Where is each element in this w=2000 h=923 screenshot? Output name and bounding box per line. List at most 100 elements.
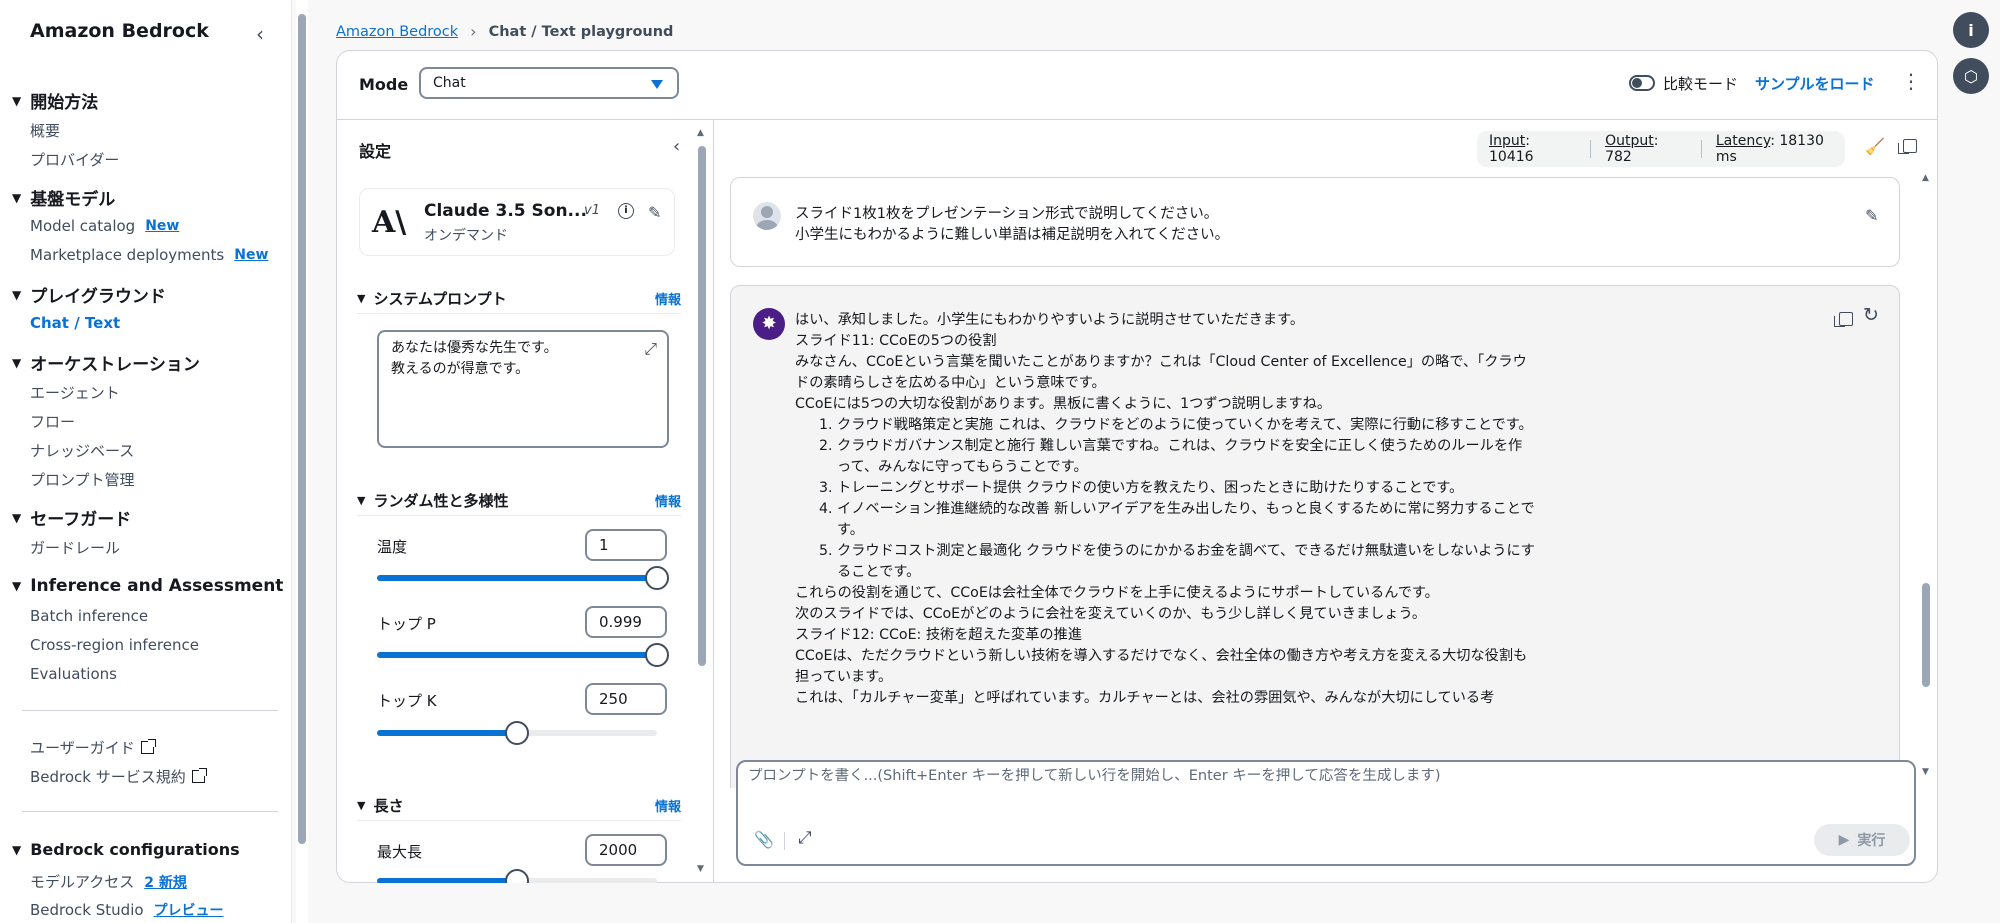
metrics-bar: Input: 10416 Output: 782 Latency: 18130 … (1477, 131, 1845, 167)
top-k-input[interactable]: 250 (585, 683, 667, 715)
sidebar-item-chat-text[interactable]: Chat / Text (30, 314, 120, 332)
info-panel-icon[interactable]: i (1953, 12, 1989, 48)
caret-down-icon: ▼ (12, 355, 22, 370)
sidebar-link-user-guide[interactable]: ユーザーガイド (30, 737, 156, 758)
user-message-text: スライド1枚1枚をプレゼンテーション形式で説明してください。 小学生にもわかるよ… (795, 206, 1230, 243)
more-options-icon[interactable]: ⋮ (1901, 69, 1921, 93)
list-item: イノベーション推進継続的な改善 新しいアイデアを生み出したり、もっと良くするため… (837, 499, 1535, 541)
sidebar-item-marketplace[interactable]: Marketplace deployments New (30, 246, 268, 264)
settings-collapse-icon[interactable]: ‹ (673, 136, 680, 157)
mode-select-value: Chat (433, 75, 466, 91)
anthropic-logo-icon: A\ (372, 205, 407, 240)
sidebar-item-overview[interactable]: 概要 (30, 120, 60, 141)
randomness-info-link[interactable]: 情報 (655, 491, 681, 510)
sidebar-scrollbar[interactable] (296, 0, 308, 923)
sidebar-section-configurations[interactable]: ▼ Bedrock configurations (12, 840, 240, 859)
chat-area: スライド1枚1枚をプレゼンテーション形式で説明してください。 小学生にもわかるよ… (714, 169, 1917, 788)
sidebar-section-safeguards[interactable]: ▼ セーフガード (12, 505, 131, 530)
external-link-icon (140, 739, 156, 754)
top-k-slider[interactable] (377, 721, 657, 745)
sidebar-item-model-catalog[interactable]: Model catalog New (30, 217, 179, 235)
mode-select[interactable]: Chat (419, 67, 679, 99)
copy-icon[interactable] (1898, 139, 1917, 154)
model-subtitle: オンデマンド (424, 228, 508, 244)
length-header[interactable]: ▼ 長さ 情報 (357, 795, 681, 816)
slider-handle[interactable] (645, 643, 669, 667)
app-root: Amazon Bedrock ‹ ▼ 開始方法 概要 プロバイダー ▼ 基盤モデル … (0, 0, 2000, 923)
scroll-down-arrow-icon[interactable]: ▼ (1922, 767, 1929, 777)
slider-handle[interactable] (505, 721, 529, 745)
sidebar-collapse-icon[interactable]: ‹ (256, 22, 264, 46)
length-info-link[interactable]: 情報 (655, 796, 681, 815)
sidebar-item-batch-inference[interactable]: Batch inference (30, 607, 148, 625)
sidebar-item-flows[interactable]: フロー (30, 411, 75, 432)
sidebar-item-guardrails[interactable]: ガードレール (30, 537, 120, 558)
sidebar-item-agents[interactable]: エージェント (30, 382, 120, 403)
assistant-message-text: はい、承知しました。小学生にもわかりやすいように説明させていただきます。 スライ… (795, 310, 1535, 709)
caret-down-icon: ▼ (12, 510, 22, 525)
group-divider (357, 313, 681, 314)
metric-input: Input: 10416 (1489, 133, 1534, 165)
sidebar-item-knowledge-bases[interactable]: ナレッジベース (30, 440, 134, 461)
top-k-label: トップ K (377, 692, 437, 710)
list-item: トレーニングとサポート提供 クラウドの使い方を教えたり、困ったときに助けたりする… (837, 478, 1535, 499)
model-card[interactable]: A\ Claude 3.5 Son... v1 オンデマンド i ✎ (359, 188, 675, 256)
sidebar-item-providers[interactable]: プロバイダー (30, 149, 119, 170)
sidebar-item-model-access[interactable]: モデルアクセス 2 新規 (30, 871, 187, 892)
sidebar-link-terms[interactable]: Bedrock サービス規約 (30, 766, 207, 787)
scroll-up-arrow-icon[interactable]: ▲ (697, 128, 704, 138)
sidebar-section-getting-started[interactable]: ▼ 開始方法 (12, 88, 98, 113)
system-prompt-header[interactable]: ▼ システムプロンプト 情報 (357, 288, 681, 309)
settings-scrollbar[interactable]: ▲ ▼ (697, 128, 707, 876)
caret-down-icon: ▼ (12, 190, 22, 205)
model-name: Claude 3.5 Son... (424, 201, 587, 221)
sidebar-section-foundation-models[interactable]: ▼ 基盤モデル (12, 185, 115, 210)
top-p-input[interactable]: 0.999 (585, 606, 667, 638)
chat-scrollbar[interactable]: ▲ ▼ (1921, 173, 1933, 783)
edit-message-icon[interactable]: ✎ (1865, 206, 1878, 225)
regenerate-icon[interactable]: ↻ (1863, 304, 1879, 326)
slider-handle[interactable] (645, 566, 669, 590)
expand-icon[interactable]: ⤢ (798, 828, 812, 848)
clear-chat-icon[interactable]: 🧹 (1865, 137, 1885, 156)
caret-down-icon (651, 80, 663, 89)
top-p-slider[interactable] (377, 643, 669, 667)
scroll-down-arrow-icon[interactable]: ▼ (697, 864, 704, 874)
breadcrumb-root-link[interactable]: Amazon Bedrock (336, 24, 458, 40)
run-button[interactable]: ▶ 実行 (1814, 824, 1910, 856)
scrollbar-thumb[interactable] (298, 14, 306, 844)
slider-handle[interactable] (505, 869, 529, 883)
max-length-slider[interactable] (377, 869, 657, 883)
max-length-input[interactable]: 2000 (585, 834, 667, 866)
sidebar-section-inference[interactable]: ▼ Inference and Assessment (12, 576, 283, 596)
info-icon[interactable]: i (618, 203, 634, 219)
temperature-input[interactable]: 1 (585, 529, 667, 561)
copy-response-icon[interactable] (1834, 312, 1853, 327)
prompt-input[interactable] (748, 768, 1898, 784)
scrollbar-thumb[interactable] (698, 146, 706, 666)
caret-down-icon: ▼ (12, 93, 22, 108)
randomness-header[interactable]: ▼ ランダム性と多様性 情報 (357, 490, 681, 511)
system-prompt-line: あなたは優秀な先生です。 (391, 340, 558, 356)
sidebar-item-bedrock-studio[interactable]: Bedrock Studio プレビュー (30, 900, 224, 920)
system-prompt-textarea[interactable]: あなたは優秀な先生です。 教えるのが得意です。 ⤢ (377, 330, 669, 448)
sidebar-item-cross-region[interactable]: Cross-region inference (30, 636, 199, 654)
model-version: v1 (584, 203, 600, 218)
sidebar-item-prompt-management[interactable]: プロンプト管理 (30, 469, 135, 490)
attach-icon[interactable]: 📎 (754, 830, 774, 849)
playground-panel: Mode Chat 比較モード サンプルをロード ⋮ 設定 ‹ A\ Claud… (336, 50, 1938, 883)
sidebar-item-evaluations[interactable]: Evaluations (30, 665, 117, 683)
system-prompt-info-link[interactable]: 情報 (655, 289, 681, 308)
expand-icon[interactable]: ⤢ (644, 338, 657, 359)
sidebar-section-playground[interactable]: ▼ プレイグラウンド (12, 282, 166, 307)
sidebar-section-orchestration[interactable]: ▼ オーケストレーション (12, 350, 200, 375)
scrollbar-thumb[interactable] (1922, 583, 1930, 687)
edit-model-icon[interactable]: ✎ (648, 203, 661, 222)
breadcrumb: Amazon Bedrock › Chat / Text playground (336, 22, 673, 41)
sidebar-divider (22, 710, 278, 711)
settings-panel-icon[interactable]: ⬡ (1953, 58, 1989, 94)
scroll-up-arrow-icon[interactable]: ▲ (1922, 173, 1929, 183)
compare-mode-toggle[interactable] (1629, 75, 1655, 91)
load-sample-link[interactable]: サンプルをロード (1755, 73, 1875, 94)
temperature-slider[interactable] (377, 566, 669, 590)
